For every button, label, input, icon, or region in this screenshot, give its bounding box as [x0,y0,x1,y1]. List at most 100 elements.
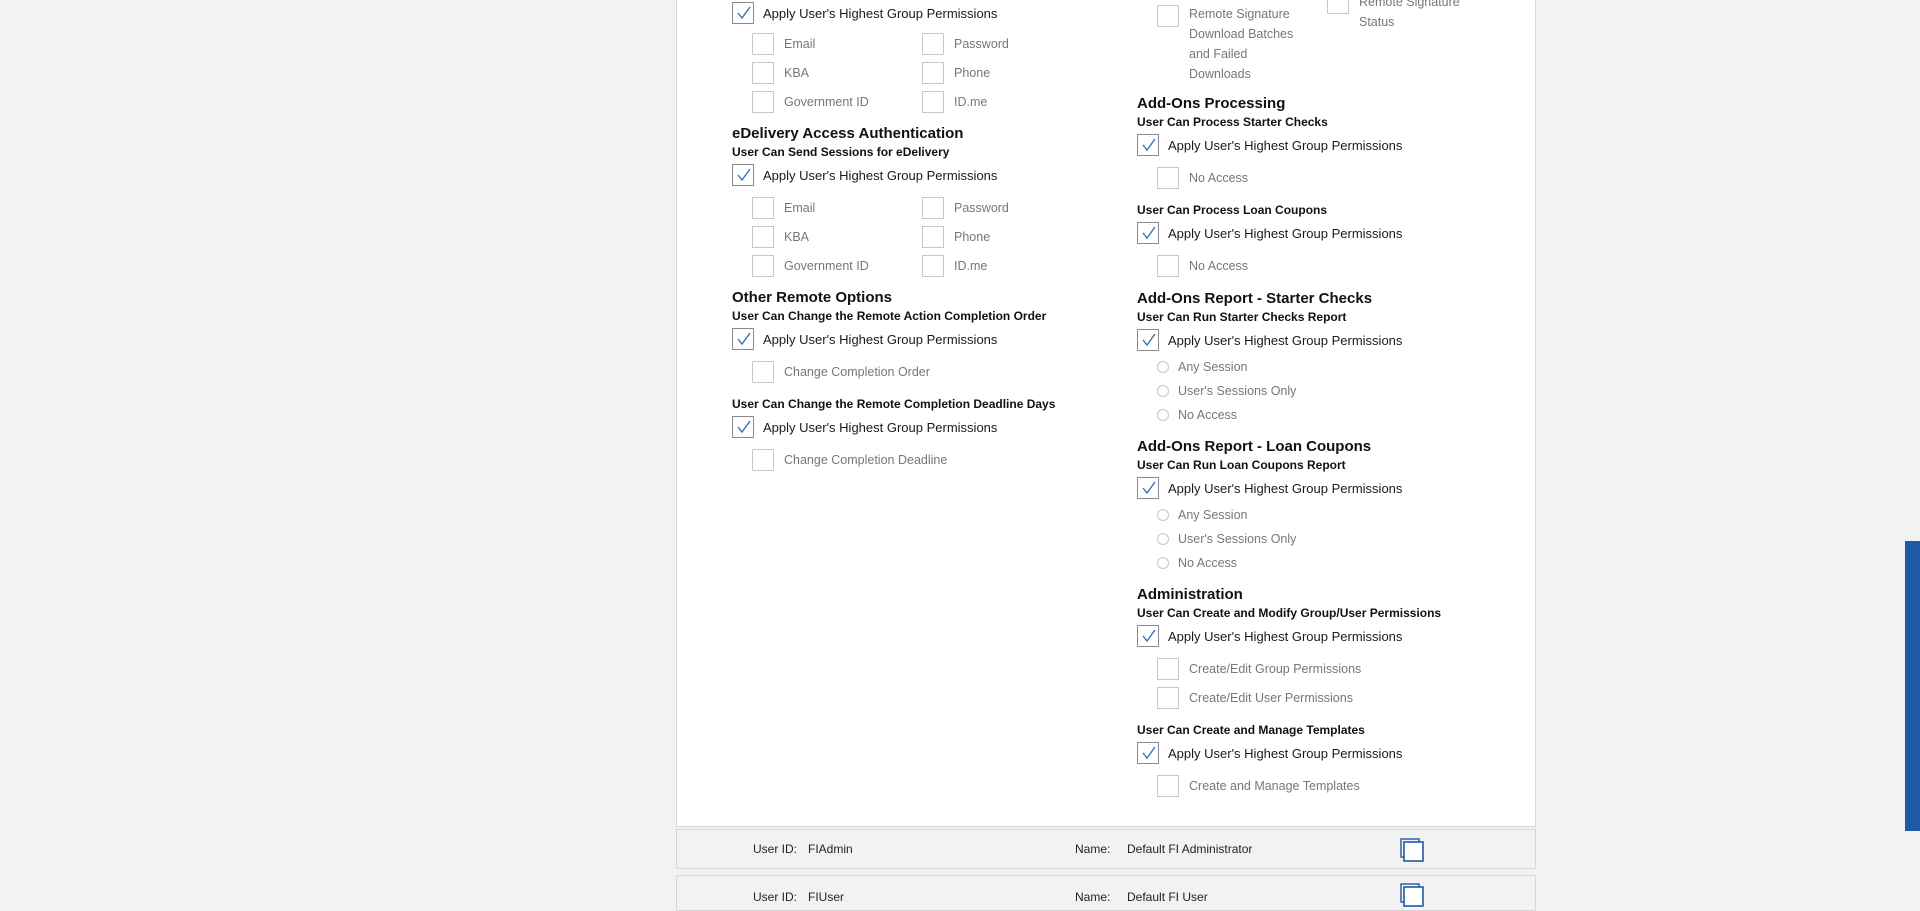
apply-checkbox[interactable] [1137,222,1159,244]
auth-option-idme[interactable]: ID.me [922,87,1092,116]
auth-apply-row[interactable]: Apply User's Highest Group Permissions [732,0,1102,28]
radio-button[interactable] [1157,509,1169,521]
checkbox[interactable] [922,61,944,84]
checkbox[interactable] [752,32,774,55]
checkbox[interactable] [752,448,774,471]
starter-checks-no-access-option[interactable]: No Access [1157,163,1497,192]
user-id-label: User ID: [753,842,798,856]
radio-no-access[interactable]: No Access [1157,551,1497,575]
edelivery-option-kba[interactable]: KBA [752,222,922,251]
checkbox[interactable] [922,254,944,277]
checkbox[interactable] [752,360,774,383]
auth-option-kba[interactable]: KBA [752,58,922,87]
radio-button[interactable] [1157,385,1169,397]
starter-checks-apply-row[interactable]: Apply User's Highest Group Permissions [1137,130,1497,160]
checkbox[interactable] [752,254,774,277]
checkbox[interactable] [1157,686,1179,709]
radio-label: Any Session [1178,508,1248,522]
radio-button[interactable] [1157,409,1169,421]
permissions-panel: Apply User's Highest Group Permissions E… [676,0,1536,827]
change-completion-deadline-option[interactable]: Change Completion Deadline [752,445,1102,474]
user-row-fiadmin[interactable]: User ID: FIAdmin Name: Default FI Admini… [676,829,1536,869]
create-edit-user-permissions-option[interactable]: Create/Edit User Permissions [1157,683,1497,712]
edelivery-option-idme[interactable]: ID.me [922,251,1092,280]
apply-checkbox[interactable] [1137,134,1159,156]
scrollbar-thumb[interactable] [1905,541,1920,831]
checkbox[interactable] [922,32,944,55]
checkbox[interactable] [1157,254,1179,277]
apply-checkbox[interactable] [1137,329,1159,351]
checkbox[interactable] [922,196,944,219]
starter-report-apply-row[interactable]: Apply User's Highest Group Permissions [1137,325,1497,355]
apply-label: Apply User's Highest Group Permissions [763,5,998,21]
completion-deadline-apply-row[interactable]: Apply User's Highest Group Permissions [732,412,1102,442]
radio-button[interactable] [1157,361,1169,373]
apply-checkbox[interactable] [1137,742,1159,764]
loan-coupons-no-access-option[interactable]: No Access [1157,251,1497,280]
checkbox[interactable] [922,225,944,248]
checkbox[interactable] [922,90,944,113]
apply-checkbox[interactable] [1137,625,1159,647]
section-title: eDelivery Access Authentication [732,125,964,142]
radio-any-session[interactable]: Any Session [1157,503,1497,527]
checkbox[interactable] [752,61,774,84]
create-edit-group-permissions-option[interactable]: Create/Edit Group Permissions [1157,654,1497,683]
permissions-apply-row[interactable]: Apply User's Highest Group Permissions [1137,621,1497,651]
radio-button[interactable] [1157,533,1169,545]
completion-order-apply-row[interactable]: Apply User's Highest Group Permissions [732,324,1102,354]
apply-checkbox[interactable] [732,328,754,350]
edelivery-option-phone[interactable]: Phone [922,222,1092,251]
auth-option-password[interactable]: Password [922,29,1092,58]
remote-signature-download-option[interactable]: Remote Signature Download Batches and Fa… [1157,4,1299,84]
loan-report-apply-row[interactable]: Apply User's Highest Group Permissions [1137,473,1497,503]
auth-options: Email Password KBA Phone Government ID I… [752,29,1102,116]
loan-coupons-apply-row[interactable]: Apply User's Highest Group Permissions [1137,218,1497,248]
permission-title: User Can Change the Remote Action Comple… [732,309,1047,323]
apply-checkbox[interactable] [732,2,754,24]
edelivery-section: eDelivery Access Authentication User Can… [732,124,1102,280]
auth-option-government-id[interactable]: Government ID [752,87,922,116]
checkbox[interactable] [752,196,774,219]
option-label: Change Completion Deadline [784,452,948,467]
checkbox[interactable] [1327,0,1349,14]
option-label: Government ID [784,258,869,273]
apply-label: Apply User's Highest Group Permissions [763,419,998,435]
checkbox[interactable] [1157,774,1179,797]
edelivery-option-password[interactable]: Password [922,193,1092,222]
apply-label: Apply User's Highest Group Permissions [1168,137,1403,153]
section-title: Administration [1137,586,1243,603]
radio-users-sessions-only[interactable]: User's Sessions Only [1157,379,1497,403]
checkbox[interactable] [1157,166,1179,189]
auth-option-phone[interactable]: Phone [922,58,1092,87]
radio-users-sessions-only[interactable]: User's Sessions Only [1157,527,1497,551]
checkbox[interactable] [1157,5,1179,27]
section-title: Add-Ons Report - Starter Checks [1137,290,1373,307]
change-completion-order-option[interactable]: Change Completion Order [752,357,1102,386]
permission-title: User Can Create and Modify Group/User Pe… [1137,606,1442,620]
radio-button[interactable] [1157,557,1169,569]
apply-checkbox[interactable] [732,416,754,438]
checkbox[interactable] [752,90,774,113]
checkbox[interactable] [752,225,774,248]
auth-option-email[interactable]: Email [752,29,922,58]
edelivery-option-email[interactable]: Email [752,193,922,222]
copy-icon[interactable] [1399,837,1425,863]
other-remote-section: Other Remote Options User Can Change the… [732,288,1102,474]
radio-label: Any Session [1178,360,1248,374]
name-value: Default FI Administrator [1127,842,1253,856]
option-label: KBA [784,229,810,244]
apply-checkbox[interactable] [732,164,754,186]
checkbox[interactable] [1157,657,1179,680]
create-manage-templates-option[interactable]: Create and Manage Templates [1157,771,1497,800]
remote-signature-status-option[interactable]: Remote Signature Status [1327,0,1469,32]
option-label: Email [784,36,816,51]
name-label: Name: [1075,890,1111,904]
templates-apply-row[interactable]: Apply User's Highest Group Permissions [1137,738,1497,768]
copy-icon[interactable] [1399,882,1425,908]
edelivery-apply-row[interactable]: Apply User's Highest Group Permissions [732,160,1102,190]
apply-checkbox[interactable] [1137,477,1159,499]
user-row-fiuser[interactable]: User ID: FIUser Name: Default FI User [676,875,1536,911]
radio-any-session[interactable]: Any Session [1157,355,1497,379]
edelivery-option-government-id[interactable]: Government ID [752,251,922,280]
radio-no-access[interactable]: No Access [1157,403,1497,427]
